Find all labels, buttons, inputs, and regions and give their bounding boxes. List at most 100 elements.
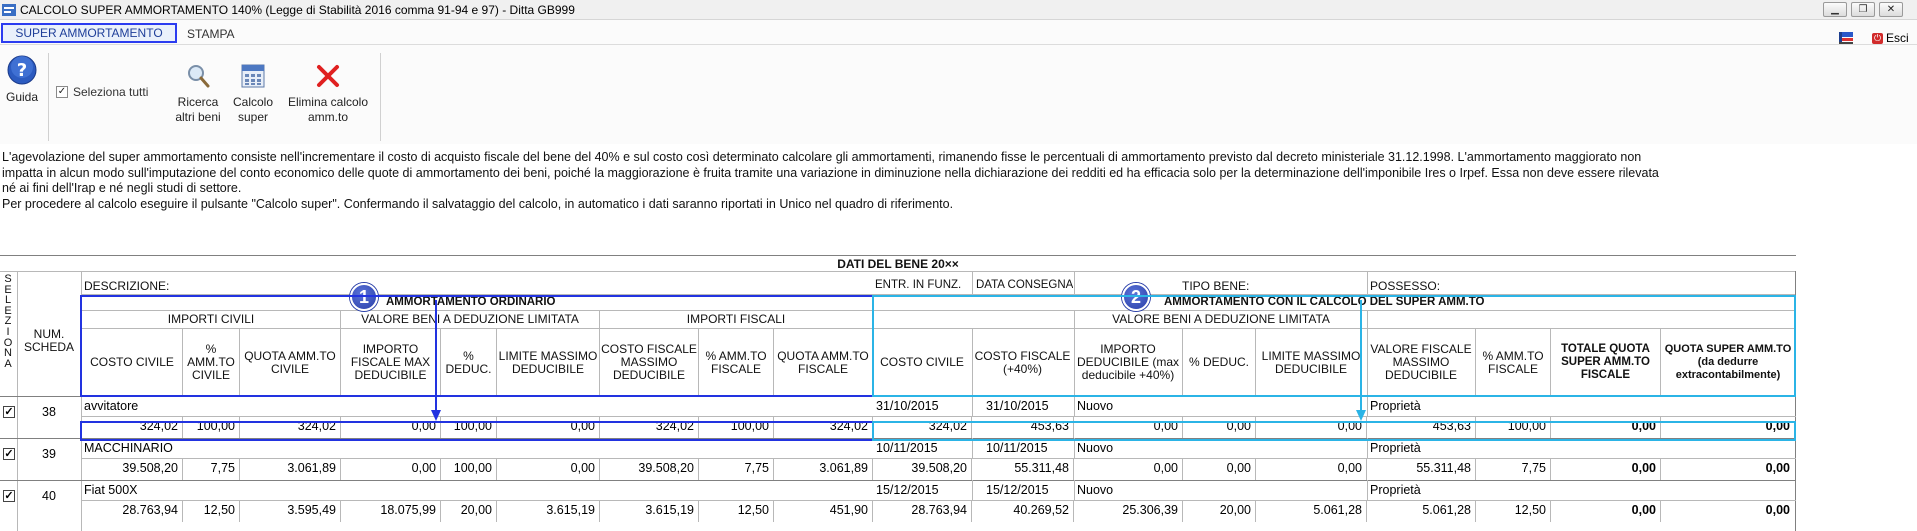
row-select-checkbox[interactable]: ✓ — [3, 406, 15, 418]
help-icon: ? — [7, 55, 37, 85]
value-cell[interactable]: 453,63 — [972, 419, 1073, 435]
entr-funz-cell[interactable]: 31/10/2015 — [876, 399, 939, 413]
descrizione-cell[interactable]: MACCHINARIO — [84, 441, 173, 455]
value-cell[interactable]: 39.508,20 — [82, 461, 182, 477]
value-cell[interactable]: 0,00 — [341, 419, 440, 435]
value-cell[interactable]: 453,63 — [1367, 419, 1475, 435]
value-cell[interactable]: 0,00 — [1551, 503, 1660, 519]
row-select-checkbox[interactable]: ✓ — [3, 490, 15, 502]
possesso-cell[interactable]: Proprietà — [1370, 441, 1421, 455]
value-cell[interactable]: 0,00 — [341, 461, 440, 477]
guida-button[interactable]: ? Guida — [2, 55, 42, 105]
value-cell[interactable]: 0,00 — [1183, 461, 1255, 477]
maximize-button[interactable]: ❐ — [1851, 2, 1875, 17]
value-cell[interactable]: 28.763,94 — [82, 503, 182, 519]
value-cell[interactable]: 0,00 — [1551, 461, 1660, 477]
data-consegna-cell[interactable]: 31/10/2015 — [986, 399, 1049, 413]
value-cell[interactable]: 55.311,48 — [972, 461, 1073, 477]
value-cell[interactable]: 39.508,20 — [600, 461, 698, 477]
value-cell[interactable]: 12,50 — [699, 503, 773, 519]
value-cell[interactable]: 100,00 — [1476, 419, 1550, 435]
value-cell[interactable]: 100,00 — [441, 461, 496, 477]
value-cell[interactable]: 5.061,28 — [1256, 503, 1366, 519]
seleziona-tutti-label: Seleziona tutti — [73, 85, 149, 99]
seleziona-tutti-checkbox[interactable]: ✓ Seleziona tutti — [56, 85, 148, 99]
tipo-bene-cell[interactable]: Nuovo — [1077, 483, 1113, 497]
checkbox-icon[interactable]: ✓ — [56, 86, 68, 98]
value-cell[interactable]: 20,00 — [1183, 503, 1255, 519]
grid-line — [496, 458, 497, 480]
value-cell[interactable]: 0,00 — [1661, 503, 1794, 519]
value-cell[interactable]: 5.061,28 — [1367, 503, 1475, 519]
col-importo-deducibile: IMPORTO DEDUCIBILE (max deducibile +40%) — [1076, 342, 1180, 382]
value-cell[interactable]: 3.595,49 — [240, 503, 340, 519]
elimina-calcolo-button[interactable]: Elimina calcolo amm.to — [282, 63, 374, 125]
tab-super-ammortamento[interactable]: SUPER AMMORTAMENTO — [1, 23, 177, 43]
value-cell[interactable]: 55.311,48 — [1367, 461, 1475, 477]
value-cell[interactable]: 7,75 — [183, 461, 239, 477]
value-cell[interactable]: 25.306,39 — [1074, 503, 1182, 519]
value-cell[interactable]: 0,00 — [497, 419, 599, 435]
entr-funz-cell[interactable]: 10/11/2015 — [876, 441, 938, 455]
value-cell[interactable]: 100,00 — [441, 419, 496, 435]
descrizione-cell[interactable]: avvitatore — [84, 399, 138, 413]
row-select-checkbox[interactable]: ✓ — [3, 448, 15, 460]
value-cell[interactable]: 3.615,19 — [497, 503, 599, 519]
grid-line — [1182, 416, 1183, 438]
value-cell[interactable]: 0,00 — [1074, 461, 1182, 477]
value-cell[interactable]: 18.075,99 — [341, 503, 440, 519]
grid-line — [972, 396, 973, 416]
value-cell[interactable]: 324,02 — [240, 419, 340, 435]
flag-icon[interactable] — [1838, 31, 1854, 45]
grid-line — [872, 294, 873, 396]
grid-line — [773, 328, 774, 396]
value-cell[interactable]: 12,50 — [1476, 503, 1550, 519]
value-cell[interactable]: 0,00 — [1661, 419, 1794, 435]
value-cell[interactable]: 324,02 — [774, 419, 872, 435]
value-cell[interactable]: 100,00 — [183, 419, 239, 435]
tipo-bene-cell[interactable]: Nuovo — [1077, 399, 1113, 413]
value-cell[interactable]: 7,75 — [699, 461, 773, 477]
value-cell[interactable]: 0,00 — [1074, 419, 1182, 435]
grid-line — [496, 328, 497, 396]
descrizione-cell[interactable]: Fiat 500X — [84, 483, 138, 497]
data-consegna-cell[interactable]: 15/12/2015 — [986, 483, 1049, 497]
ricerca-altri-beni-button[interactable]: Ricerca altri beni — [170, 63, 226, 125]
value-cell[interactable]: 3.615,19 — [600, 503, 698, 519]
value-cell[interactable]: 324,02 — [82, 419, 182, 435]
value-cell[interactable]: 324,02 — [873, 419, 971, 435]
esci-button[interactable]: ⏻ Esci — [1872, 31, 1909, 45]
value-cell[interactable]: 12,50 — [183, 503, 239, 519]
value-cell[interactable]: 100,00 — [699, 419, 773, 435]
entr-funz-cell[interactable]: 15/12/2015 — [876, 483, 939, 497]
calcolo-super-button[interactable]: Calcolo super — [228, 63, 278, 125]
value-cell[interactable]: 28.763,94 — [873, 503, 971, 519]
data-consegna-cell[interactable]: 10/11/2015 — [986, 441, 1048, 455]
close-window-button[interactable]: ✕ — [1879, 2, 1903, 17]
col-amm-civile: % AMM.TO CIVILE — [187, 342, 235, 382]
value-cell[interactable]: 0,00 — [1551, 419, 1660, 435]
value-cell[interactable]: 39.508,20 — [873, 461, 971, 477]
possesso-cell[interactable]: Proprietà — [1370, 483, 1421, 497]
value-cell[interactable]: 0,00 — [1256, 419, 1366, 435]
value-cell[interactable]: 451,90 — [774, 503, 872, 519]
possesso-cell[interactable]: Proprietà — [1370, 399, 1421, 413]
value-cell[interactable]: 0,00 — [497, 461, 599, 477]
grid-line — [971, 416, 972, 438]
minimize-button[interactable]: ▁ — [1823, 2, 1847, 17]
value-cell[interactable]: 40.269,52 — [972, 503, 1073, 519]
value-cell[interactable]: 3.061,89 — [774, 461, 872, 477]
value-cell[interactable]: 0,00 — [1256, 461, 1366, 477]
value-cell[interactable]: 0,00 — [1661, 461, 1794, 477]
value-cell[interactable]: 0,00 — [1183, 419, 1255, 435]
grid-line — [872, 500, 873, 522]
value-cell[interactable]: 324,02 — [600, 419, 698, 435]
col-importo-fiscale-max: IMPORTO FISCALE MAX DEDUCIBILE — [350, 342, 431, 382]
tipo-bene-cell[interactable]: Nuovo — [1077, 441, 1113, 455]
row-separator — [0, 480, 1796, 481]
value-cell[interactable]: 7,75 — [1476, 461, 1550, 477]
value-cell[interactable]: 3.061,89 — [240, 461, 340, 477]
grid-line — [599, 458, 600, 480]
tab-stampa[interactable]: STAMPA — [187, 27, 235, 41]
value-cell[interactable]: 20,00 — [441, 503, 496, 519]
